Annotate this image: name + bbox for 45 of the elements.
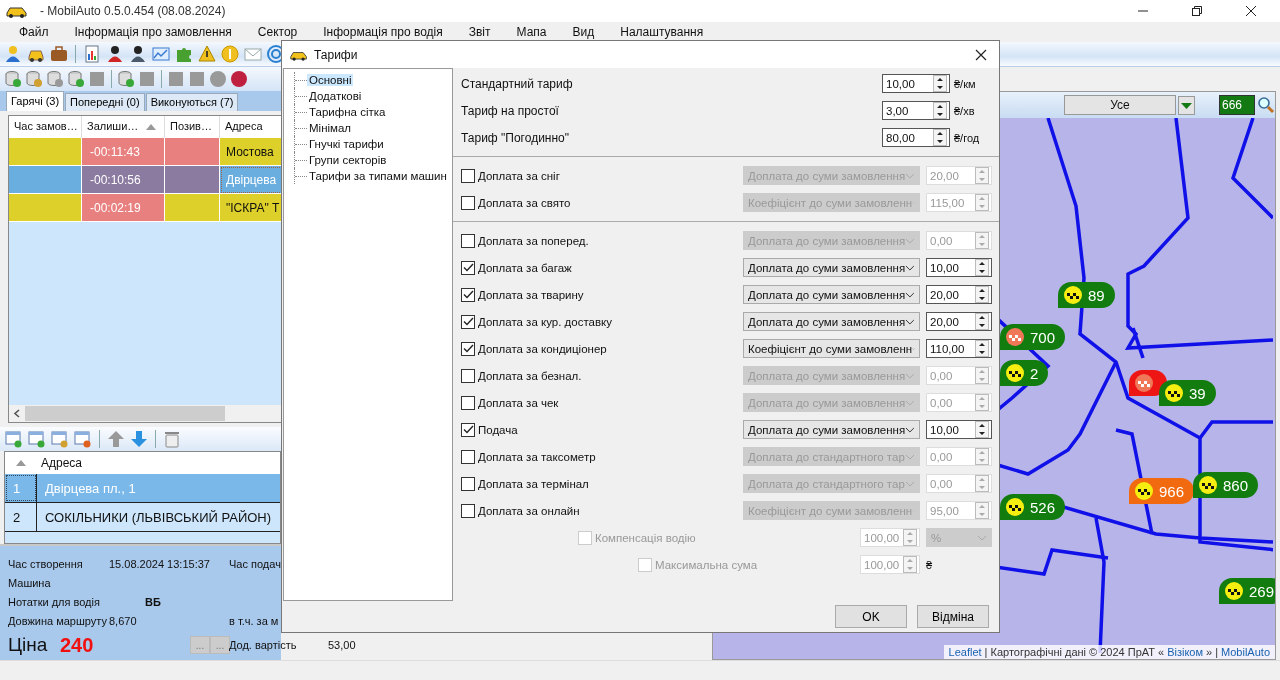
unit-label: ₴/хв [954,104,976,117]
checkbox-label: Доплата за онлайн [478,504,580,517]
table-cell: Мостова [220,137,283,166]
dialog-title: Тарифи [314,47,358,62]
checkbox-label: Доплата за свято [478,196,571,209]
price-value: 240 [60,633,95,657]
checkbox-label: Доплата за таксометр [478,450,596,463]
checkbox-label: Доплата за багаж [478,261,572,274]
table-cell: Двірцева [220,165,283,194]
checkbox-label: Максимальна сума [655,558,758,571]
route-length: 8,670 [109,614,137,627]
attribution-text: | Картографічні дані © 2024 ПрАТ « [984,646,1165,658]
field-label: Машина [8,576,52,589]
field-label: Дод. вартість [229,639,297,651]
checkbox-label: Доплата за кондиціонер [478,342,607,355]
tariff-label: Тариф "Погодинно" [461,130,571,145]
unit-label: ₴/год [954,131,981,144]
table-cell: "ІСКРА" Т [220,193,283,222]
table-cell: -00:10:56 [82,165,165,194]
field-label: Довжина маршруту [8,614,108,627]
checkbox-label: Доплата за чек [478,396,559,409]
created-time: 15.08.2024 13:15:37 [109,557,210,570]
unit-label: ₴ [926,558,934,571]
table-cell: -00:02:19 [82,193,165,222]
checkbox-label: Доплата за сніг [478,169,560,182]
field-label: Час створення [8,557,84,570]
attribution-text: » | [1206,646,1219,658]
checkbox-label: Доплата за кур. доставку [478,315,612,328]
tariff-label: Тариф на простої [461,103,560,118]
window-title: - MobilAuto 0.5.0.454 (08.08.2024) [40,4,226,18]
checkbox-label: Компенсація водію [595,531,696,544]
field-label: в т.ч. за м [229,614,279,627]
price-label: Ціна [8,634,49,656]
extra-cost: 53,00 [328,639,356,651]
checkbox-label: Подача [478,423,518,436]
field-label: Нотатки для водія [8,595,101,608]
field-label: Час подач [229,557,281,570]
tariff-label: Стандартний тариф [461,76,574,91]
checkbox-label: Доплата за тварину [478,288,584,301]
table-cell: -00:11:43 [82,137,165,166]
driver-notes: ВБ [145,595,161,608]
checkbox-label: Доплата за термінал [478,477,589,490]
checkbox-label: Доплата за поперед. [478,234,589,247]
checkbox-label: Доплата за безнал. [478,369,582,382]
unit-label: ₴/км [954,77,977,90]
